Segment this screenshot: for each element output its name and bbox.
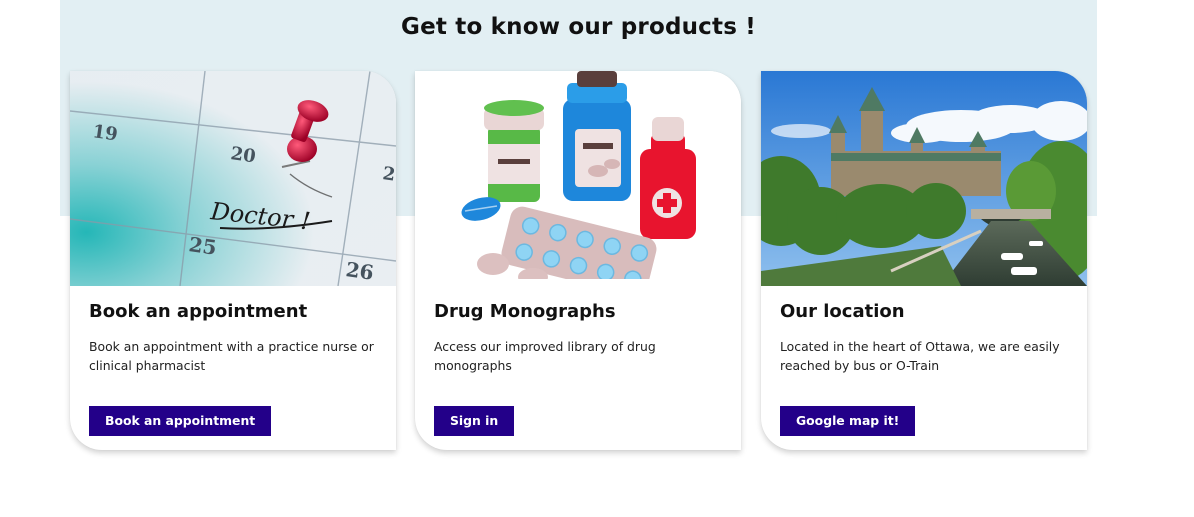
card-description: Access our improved library of drug mono… [434,338,656,373]
card-our-location: Our location Located in the heart of Ott… [761,71,1087,450]
calendar-number: 20 [229,143,257,167]
card-description: Located in the heart of Ottawa, we are e… [780,338,1060,373]
card-title: Our location [780,301,905,322]
section-title: Get to know our products ! [401,14,756,40]
parliament-hill-image [761,71,1087,286]
calendar-number: 2 [381,163,396,186]
medicine-bottles-image [415,71,741,286]
card-description: Book an appointment with a practice nurs… [89,338,374,373]
google-map-button[interactable]: Google map it! [780,406,916,436]
card-title: Book an appointment [89,301,308,322]
calendar-number: 25 [187,232,218,260]
book-appointment-button[interactable]: Book an appointment [89,406,272,436]
sign-in-button[interactable]: Sign in [434,406,515,436]
card-book-appointment: 19 20 25 26 2 Doctor ! Book an appointme… [70,71,396,450]
calendar-number: 19 [91,121,119,145]
calendar-pin-image: 19 20 25 26 2 Doctor ! [70,71,396,286]
card-drug-monographs: Drug Monographs Access our improved libr… [415,71,741,450]
calendar-number: 26 [344,257,375,285]
card-title: Drug Monographs [434,301,616,322]
